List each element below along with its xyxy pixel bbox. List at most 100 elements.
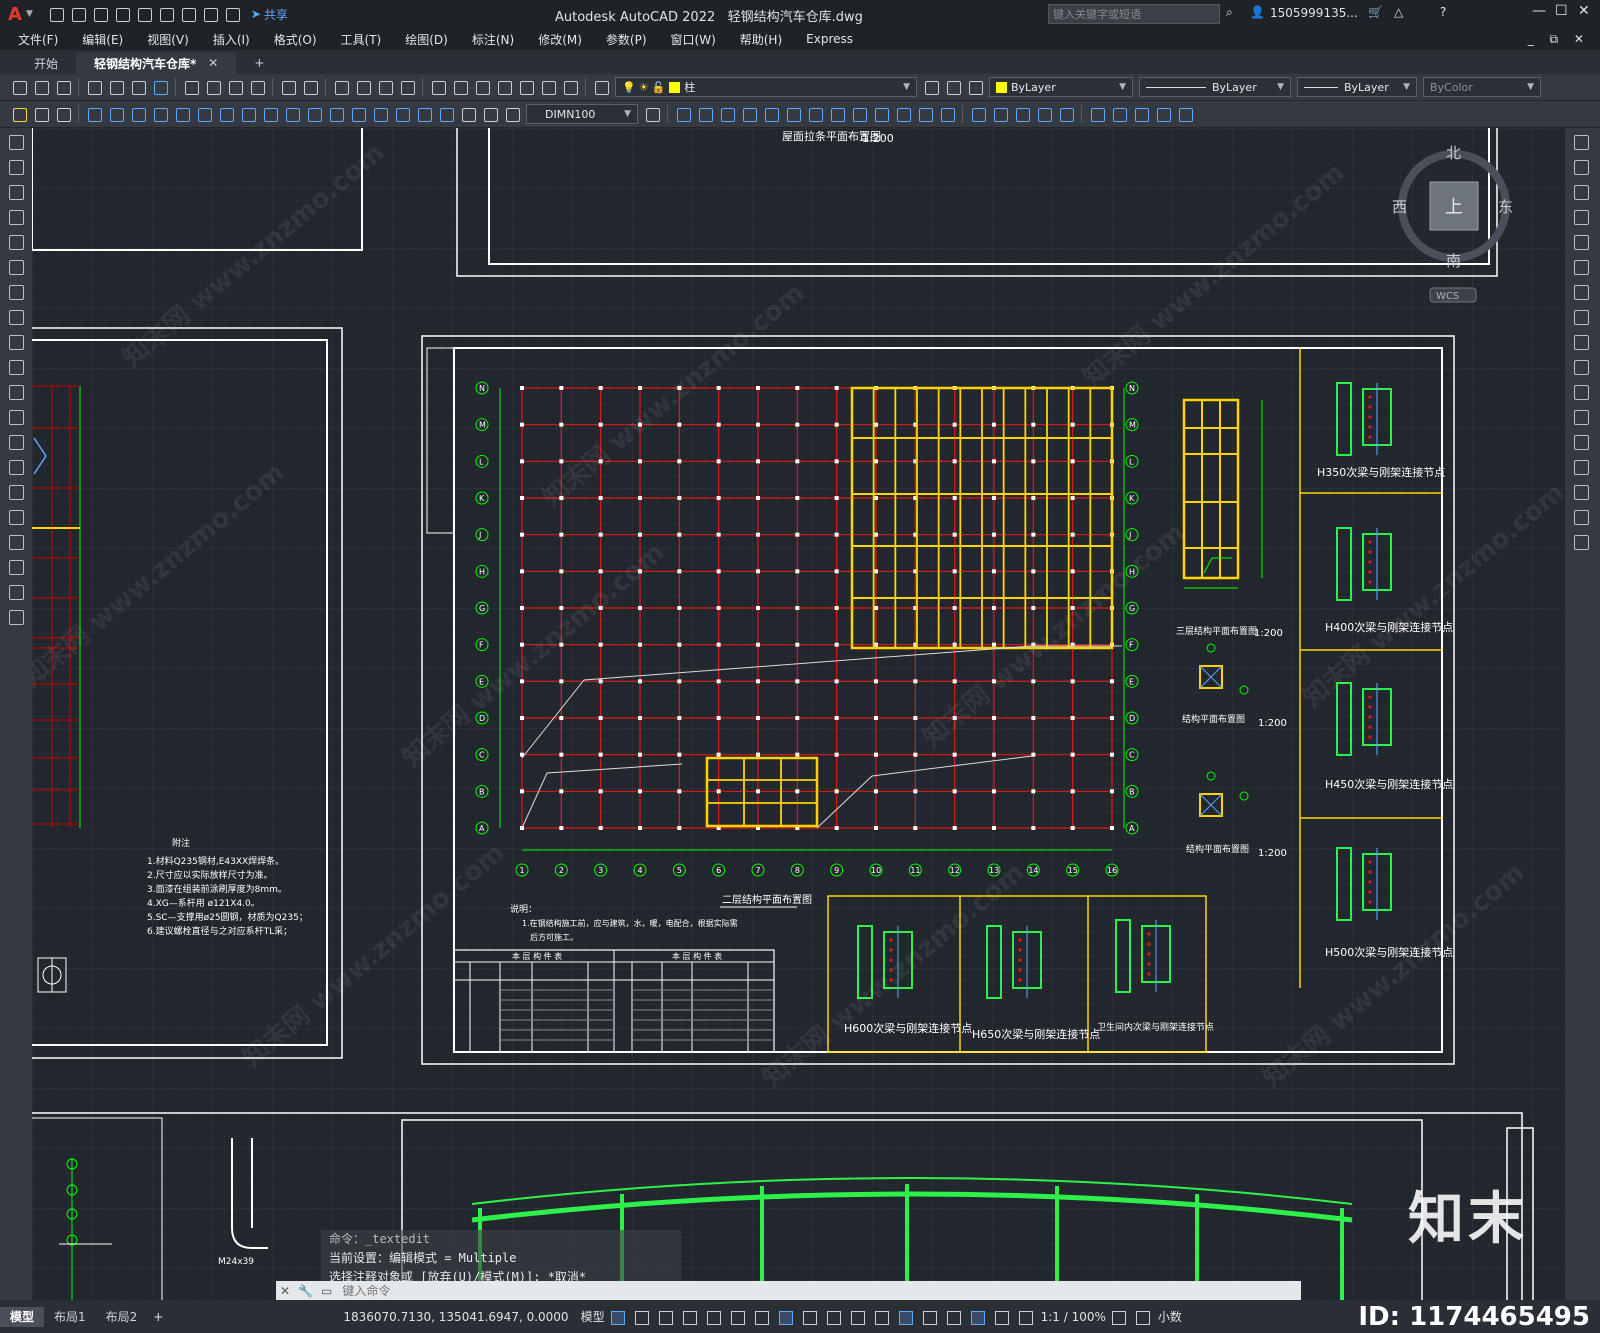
move-icon[interactable]	[1570, 256, 1592, 278]
menu-draw[interactable]: 绘图(D)	[393, 31, 460, 48]
wrench-icon[interactable]: 🔧	[298, 1284, 313, 1298]
scale-icon[interactable]	[1570, 306, 1592, 328]
preview-icon[interactable]	[107, 78, 125, 96]
revcloud-icon[interactable]	[5, 306, 27, 328]
break-icon[interactable]	[349, 105, 367, 123]
import-icon[interactable]	[135, 5, 153, 23]
matchprop-icon[interactable]	[248, 78, 266, 96]
workspace-gear-icon[interactable]	[1108, 1307, 1128, 1327]
viewcube-north[interactable]: 北	[1446, 144, 1461, 162]
dynamic-ucs-icon[interactable]	[919, 1307, 939, 1327]
aligned-dim-icon[interactable]	[107, 105, 125, 123]
gizmo-icon[interactable]	[967, 1307, 987, 1327]
modify-icon[interactable]	[1035, 105, 1053, 123]
modify-icon[interactable]	[784, 105, 802, 123]
menu-dimension[interactable]: 标注(N)	[460, 31, 526, 48]
zoom-window-icon[interactable]	[376, 78, 394, 96]
ortho-icon[interactable]	[703, 1307, 723, 1327]
auto-scale-icon[interactable]	[1015, 1307, 1035, 1327]
selection-cycling-icon[interactable]	[871, 1307, 891, 1327]
modify-icon[interactable]	[872, 105, 890, 123]
save-icon[interactable]	[91, 5, 109, 23]
zoom-previous-icon[interactable]	[398, 78, 416, 96]
layer-state-icon[interactable]	[966, 78, 984, 96]
trim-icon[interactable]	[1570, 356, 1592, 378]
menu-parameter[interactable]: 参数(P)	[594, 31, 659, 48]
mirror-icon[interactable]	[1570, 181, 1592, 203]
gradient-icon[interactable]	[5, 506, 27, 528]
region-icon[interactable]	[5, 531, 27, 553]
modify-icon[interactable]	[740, 105, 758, 123]
tolerance-icon[interactable]	[371, 105, 389, 123]
menu-format[interactable]: 格式(O)	[262, 31, 329, 48]
menu-view[interactable]: 视图(V)	[135, 31, 201, 48]
modify-icon[interactable]	[938, 105, 956, 123]
insert-block-icon[interactable]	[5, 406, 27, 428]
tool-icon[interactable]	[32, 105, 50, 123]
pan-icon[interactable]	[332, 78, 350, 96]
layout-tab-model[interactable]: 模型	[0, 1306, 45, 1327]
inspect-icon[interactable]	[415, 105, 433, 123]
dimstyle-combo[interactable]: DIMN100 ▼	[526, 104, 638, 124]
infer-constraints-icon[interactable]	[655, 1307, 675, 1327]
modify-icon[interactable]	[806, 105, 824, 123]
modify-icon[interactable]	[850, 105, 868, 123]
markup-icon[interactable]	[517, 78, 535, 96]
make-current-icon[interactable]	[922, 78, 940, 96]
copy-icon[interactable]	[204, 78, 222, 96]
grid-toggle-icon[interactable]	[607, 1307, 627, 1327]
modify-icon[interactable]	[916, 105, 934, 123]
ordinate-icon[interactable]	[151, 105, 169, 123]
isodraft-icon[interactable]	[751, 1307, 771, 1327]
transparency-icon[interactable]	[847, 1307, 867, 1327]
paste-icon[interactable]	[226, 78, 244, 96]
autocad-logo-icon[interactable]: A	[8, 4, 22, 25]
user-icon[interactable]: 👤	[1250, 5, 1265, 19]
close-icon[interactable]: ✕	[1578, 3, 1590, 19]
radius-icon[interactable]	[173, 105, 191, 123]
rotate-icon[interactable]	[1570, 281, 1592, 303]
dimedit-icon[interactable]	[459, 105, 477, 123]
lineweight-combo[interactable]: ByLayer ▼	[1297, 77, 1417, 97]
viewcube-west[interactable]: 西	[1392, 198, 1407, 216]
modify-icon[interactable]	[969, 105, 987, 123]
point-icon[interactable]	[5, 456, 27, 478]
selection-filter-icon[interactable]	[943, 1307, 963, 1327]
hatch-icon[interactable]	[5, 481, 27, 503]
modify-icon[interactable]	[1088, 105, 1106, 123]
publish-icon[interactable]	[129, 78, 147, 96]
web-icon[interactable]	[151, 78, 169, 96]
menu-edit[interactable]: 编辑(E)	[70, 31, 135, 48]
update-icon[interactable]	[503, 105, 521, 123]
modify-icon[interactable]	[1110, 105, 1128, 123]
undo-icon[interactable]	[201, 5, 219, 23]
help-icon[interactable]: ?	[1440, 5, 1446, 19]
erase-icon[interactable]	[1570, 131, 1592, 153]
join-icon[interactable]	[1570, 456, 1592, 478]
tab-start[interactable]: 开始	[0, 52, 76, 74]
dynamic-input-icon[interactable]	[679, 1307, 699, 1327]
menu-window[interactable]: 窗口(W)	[659, 31, 728, 48]
continue-icon[interactable]	[305, 105, 323, 123]
modify-icon[interactable]	[762, 105, 780, 123]
mtext-icon[interactable]	[5, 581, 27, 603]
ellipse-arc-icon[interactable]	[5, 381, 27, 403]
spline-icon[interactable]	[5, 331, 27, 353]
add-layout-icon[interactable]: +	[153, 1310, 163, 1324]
menu-modify[interactable]: 修改(M)	[526, 31, 594, 48]
share-icon[interactable]: ➤	[251, 7, 261, 21]
offset-icon[interactable]	[1570, 206, 1592, 228]
sheet-set-icon[interactable]	[495, 78, 513, 96]
linear-dim-icon[interactable]	[85, 105, 103, 123]
polyline-icon[interactable]	[5, 181, 27, 203]
modify-icon[interactable]	[1154, 105, 1172, 123]
menu-tools[interactable]: 工具(T)	[329, 31, 394, 48]
share-label[interactable]: 共享	[264, 6, 288, 23]
angular-icon[interactable]	[239, 105, 257, 123]
menu-express[interactable]: Express	[794, 32, 865, 46]
array-icon[interactable]	[1570, 231, 1592, 253]
new-file-icon[interactable]	[47, 5, 65, 23]
tool-icon[interactable]	[54, 105, 72, 123]
viewcube-east[interactable]: 东	[1498, 198, 1513, 216]
tool-icon[interactable]	[10, 105, 28, 123]
